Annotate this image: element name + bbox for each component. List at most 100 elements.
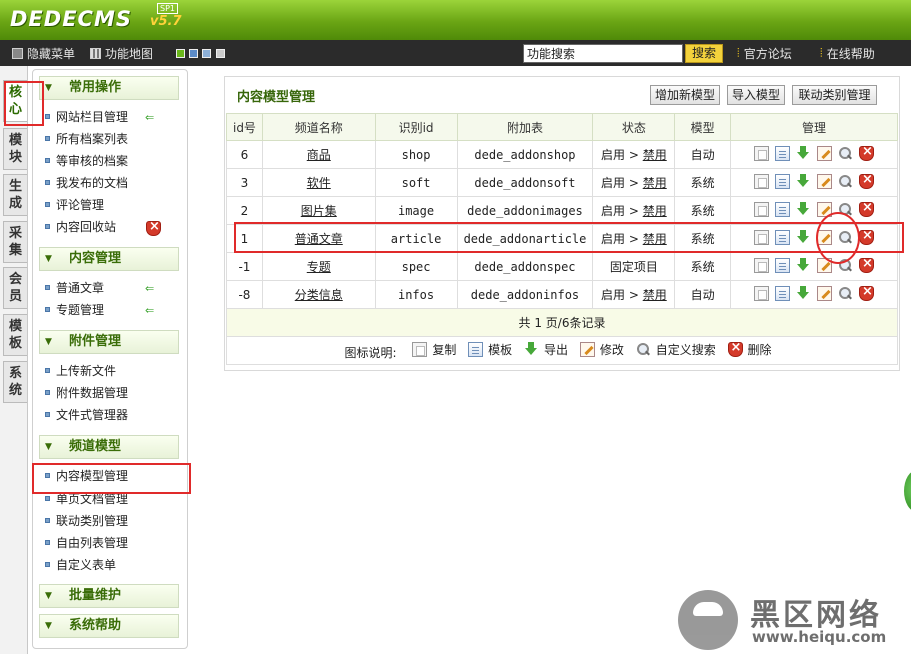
skin-lightblue-button[interactable]	[202, 49, 211, 58]
channel-name-link[interactable]: 软件	[307, 176, 331, 190]
site-map-link[interactable]: 功能地图	[90, 45, 153, 62]
menu-section-attachments[interactable]: ▼ 附件管理	[39, 330, 179, 354]
menu-item-categories[interactable]: 网站栏目管理	[45, 107, 128, 127]
edit-icon[interactable]	[817, 173, 833, 189]
menu-item-comments[interactable]: 评论管理	[45, 195, 104, 215]
cell-actions	[730, 140, 898, 169]
menu-item-upload[interactable]: 上传新文件	[45, 361, 116, 381]
tab-members[interactable]: 会员	[3, 267, 27, 309]
menu-item-label: 单页文档管理	[56, 492, 129, 506]
hide-menu-link[interactable]: 隐藏菜单	[12, 45, 75, 62]
linkage-category-button[interactable]: 联动类别管理	[792, 85, 877, 105]
menu-section-help[interactable]: ▼ 系统帮助	[39, 614, 179, 638]
menu-item-linkage[interactable]: 联动类别管理	[45, 511, 128, 531]
search-icon[interactable]	[838, 286, 853, 301]
tab-modules[interactable]: 模块	[3, 128, 27, 170]
skin-gray-button[interactable]	[216, 49, 225, 58]
copy-icon[interactable]	[754, 257, 770, 273]
tab-collect[interactable]: 采集	[3, 221, 27, 263]
export-icon[interactable]	[796, 201, 811, 217]
icon-legend: 图标说明: 复制 模板 导出 修改 自定义搜索 删除	[226, 336, 898, 365]
channel-name-link[interactable]: 专题	[307, 260, 331, 274]
copy-icon[interactable]	[754, 145, 770, 161]
disable-link[interactable]: 禁用	[643, 176, 667, 190]
delete-icon[interactable]	[859, 284, 875, 301]
export-icon[interactable]	[796, 145, 811, 161]
legend-search-label: 自定义搜索	[655, 342, 716, 357]
bullet-icon	[45, 390, 50, 395]
pagination-text: 共 1 页/6条记录	[226, 308, 898, 337]
menu-item-all-docs[interactable]: 所有档案列表	[45, 129, 128, 149]
menu-item-article[interactable]: 普通文章	[45, 278, 104, 298]
search-input[interactable]	[523, 44, 683, 63]
template-icon[interactable]	[775, 145, 791, 161]
delete-icon[interactable]	[859, 144, 875, 161]
legend-export-label: 导出	[544, 342, 569, 357]
search-icon[interactable]	[838, 174, 853, 189]
menu-section-content[interactable]: ▼ 内容管理	[39, 247, 179, 271]
delete-icon[interactable]	[859, 172, 875, 189]
status-value: 启用	[600, 148, 625, 162]
template-icon[interactable]	[775, 201, 791, 217]
help-link[interactable]: ⦙ 在线帮助	[820, 45, 875, 62]
tab-system[interactable]: 系统	[3, 361, 27, 403]
menu-section-batch[interactable]: ▼ 批量维护	[39, 584, 179, 608]
template-icon[interactable]	[775, 257, 791, 273]
table-row: 2 图片集 image dede_addonimages 启用 > 禁用 系统	[226, 196, 898, 225]
menu-item-label: 专题管理	[56, 303, 105, 317]
delete-icon[interactable]	[859, 200, 875, 217]
template-icon[interactable]	[775, 173, 791, 189]
tab-generate[interactable]: 生成	[3, 174, 27, 216]
menu-item-special[interactable]: 专题管理	[45, 300, 104, 320]
clear-recycle-icon[interactable]	[146, 219, 161, 236]
export-icon[interactable]	[796, 173, 811, 189]
menu-item-pending[interactable]: 等审核的档案	[45, 151, 128, 171]
edit-icon[interactable]	[817, 285, 833, 301]
copy-icon[interactable]	[754, 173, 770, 189]
channel-name-link[interactable]: 图片集	[301, 204, 337, 218]
search-icon	[636, 342, 651, 357]
search-icon[interactable]	[838, 146, 853, 161]
template-icon[interactable]	[775, 285, 791, 301]
bullet-icon	[45, 136, 50, 141]
skin-blue-button[interactable]	[189, 49, 198, 58]
skin-green-button[interactable]	[176, 49, 185, 58]
export-icon	[524, 341, 539, 357]
disable-link[interactable]: 禁用	[643, 288, 667, 302]
channel-name-link[interactable]: 商品	[307, 148, 331, 162]
copy-icon[interactable]	[754, 201, 770, 217]
cell-addon-table: dede_addonimages	[456, 196, 594, 225]
add-icon[interactable]: ⇐	[145, 111, 154, 124]
cell-nid: spec	[374, 252, 458, 281]
menu-item-attach-data[interactable]: 附件数据管理	[45, 383, 128, 403]
export-icon[interactable]	[796, 285, 811, 301]
menu-item-file-manager[interactable]: 文件式管理器	[45, 405, 128, 425]
collapse-arrow-icon: ▼	[45, 337, 52, 347]
legend-template: 模板	[468, 341, 512, 358]
search-button[interactable]: 搜索	[685, 44, 723, 63]
import-model-button[interactable]: 导入模型	[727, 85, 785, 105]
menu-item-label: 联动类别管理	[56, 514, 129, 528]
add-icon[interactable]: ⇐	[145, 304, 154, 317]
menu-item-custom-forms[interactable]: 自定义表单	[45, 555, 116, 575]
edit-icon[interactable]	[817, 145, 833, 161]
menu-item-label: 附件数据管理	[56, 386, 129, 400]
add-icon[interactable]: ⇐	[145, 282, 154, 295]
delete-icon[interactable]	[859, 256, 875, 273]
add-model-button[interactable]: 增加新模型	[650, 85, 720, 105]
cell-id: 2	[226, 196, 263, 225]
disable-link[interactable]: 禁用	[643, 148, 667, 162]
forum-bullet-icon: ⦙	[737, 46, 740, 60]
export-icon[interactable]	[796, 257, 811, 273]
menu-section-channel-models[interactable]: ▼ 频道模型	[39, 435, 179, 459]
channel-name-link[interactable]: 分类信息	[295, 288, 343, 302]
menu-item-recycle[interactable]: 内容回收站	[45, 217, 116, 237]
copy-icon[interactable]	[754, 285, 770, 301]
forum-link[interactable]: ⦙ 官方论坛	[737, 45, 792, 62]
menu-item-free-lists[interactable]: 自由列表管理	[45, 533, 128, 553]
status-value: 启用	[600, 204, 625, 218]
disable-link[interactable]: 禁用	[643, 204, 667, 218]
menu-section-common[interactable]: ▼ 常用操作	[39, 76, 179, 100]
tab-templates[interactable]: 模板	[3, 314, 27, 356]
menu-item-my-docs[interactable]: 我发布的文档	[45, 173, 128, 193]
